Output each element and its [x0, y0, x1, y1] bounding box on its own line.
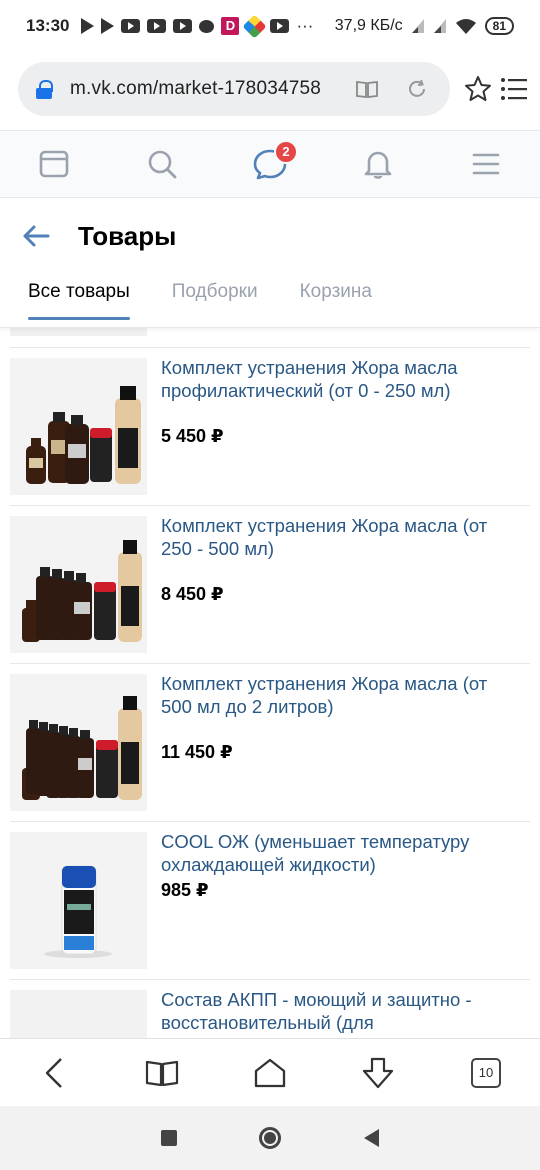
reader-mode-icon[interactable] — [350, 74, 384, 104]
back-button[interactable] — [16, 216, 56, 256]
product-image[interactable] — [10, 674, 147, 811]
product-title[interactable]: COOL ОЖ (уменьшает температуру охлаждающ… — [161, 830, 521, 876]
youtube-icon — [270, 19, 290, 33]
product-image[interactable] — [10, 358, 147, 495]
tab-cart[interactable]: Корзина — [300, 266, 372, 327]
status-time: 13:30 — [26, 16, 70, 35]
tab-count: 10 — [471, 1057, 501, 1088]
youtube-icon — [121, 19, 141, 33]
wifi-icon — [455, 19, 476, 34]
product-list: Комплект устранения Жора масла профилакт… — [0, 328, 540, 1038]
previous-item-thumbnail — [10, 328, 147, 336]
android-nav-bar — [0, 1106, 540, 1170]
home-button[interactable] — [245, 1048, 295, 1098]
chevron-left-icon — [45, 1057, 62, 1088]
downloads-button[interactable] — [353, 1048, 403, 1098]
hamburger-icon — [472, 153, 500, 175]
download-icon — [362, 1057, 394, 1088]
browser-toolbar: 10 — [0, 1038, 540, 1106]
list-item[interactable]: Комплект устранения Жора масла профилакт… — [0, 348, 540, 506]
nav-menu[interactable] — [456, 134, 516, 194]
home-icon — [254, 1058, 286, 1087]
status-bar: 13:30 D ··· 37,9 КБ/с 81 — [0, 0, 540, 52]
bottle-image — [10, 832, 147, 969]
nav-search[interactable] — [132, 134, 192, 194]
url-text[interactable]: m.vk.com/market-178034758 — [70, 78, 334, 100]
list-item[interactable]: Комплект устранения Жора масла (от 500 м… — [0, 664, 540, 822]
product-title[interactable]: Комплект устранения Жора масла (от 250 -… — [161, 514, 521, 560]
android-back-icon[interactable] — [363, 1129, 379, 1147]
nav-feed[interactable] — [24, 134, 84, 194]
product-image[interactable] — [10, 832, 147, 969]
vk-top-nav: 2 — [0, 130, 540, 198]
bottles-image — [10, 516, 147, 653]
browser-menu-icon[interactable] — [500, 76, 528, 102]
tabs-button[interactable]: 10 — [461, 1048, 511, 1098]
signal-icon — [433, 19, 446, 33]
search-icon — [148, 150, 177, 179]
recents-icon[interactable] — [161, 1130, 178, 1146]
bottles-image — [10, 674, 147, 811]
play-icon — [101, 18, 115, 34]
android-home-icon[interactable] — [259, 1127, 282, 1149]
bookmark-star-icon[interactable] — [463, 74, 493, 104]
youtube-icon — [147, 19, 167, 33]
chat-icon — [199, 19, 215, 33]
tab-all-products[interactable]: Все товары — [28, 266, 130, 327]
play-icon — [81, 18, 95, 34]
app-icon — [242, 13, 268, 39]
tab-collections[interactable]: Подборки — [172, 266, 258, 327]
lock-icon — [36, 80, 53, 99]
list-item[interactable]: COOL ОЖ (уменьшает температуру охлаждающ… — [0, 822, 540, 980]
list-item[interactable]: Состав АКПП - моющий и защитно - восстан… — [0, 980, 540, 1038]
book-icon — [145, 1060, 179, 1086]
product-title[interactable]: Комплект устранения Жора масла профилакт… — [161, 356, 521, 402]
product-title[interactable]: Комплект устранения Жора масла (от 500 м… — [161, 672, 521, 718]
product-price: 11 450 ₽ — [161, 742, 233, 762]
nav-notifications[interactable] — [348, 134, 408, 194]
signal-icon — [411, 19, 424, 33]
address-bar[interactable]: m.vk.com/market-178034758 — [18, 62, 450, 116]
bottles-image — [10, 358, 147, 495]
list-item[interactable]: Комплект устранения Жора масла (от 250 -… — [0, 506, 540, 664]
notification-icons: D ··· — [81, 13, 314, 39]
product-price: 5 450 ₽ — [161, 426, 224, 446]
messages-badge: 2 — [274, 140, 298, 164]
bell-icon — [364, 151, 392, 179]
page-header: Товары — [0, 206, 540, 266]
status-right: 37,9 КБ/с 81 — [335, 17, 514, 35]
market-tabs: Все товары Подборки Корзина — [0, 266, 540, 328]
product-price: 8 450 ₽ — [161, 584, 224, 604]
product-title[interactable]: Состав АКПП - моющий и защитно - восстан… — [161, 988, 521, 1034]
page-title: Товары — [78, 220, 177, 251]
d-app-icon: D — [221, 17, 240, 35]
feed-icon — [39, 150, 69, 178]
youtube-icon — [173, 19, 193, 33]
arrow-left-icon — [23, 225, 50, 247]
bookmarks-button[interactable] — [137, 1048, 187, 1098]
product-price: 985 ₽ — [161, 880, 209, 900]
more-notifications-icon: ··· — [296, 16, 314, 35]
product-image[interactable] — [10, 990, 147, 1038]
battery-icon: 81 — [484, 17, 514, 35]
product-image[interactable] — [10, 516, 147, 653]
network-speed: 37,9 КБ/с — [334, 17, 403, 34]
reload-icon[interactable] — [400, 74, 434, 104]
browser-back-button[interactable] — [29, 1048, 79, 1098]
nav-messages[interactable]: 2 — [240, 134, 300, 194]
